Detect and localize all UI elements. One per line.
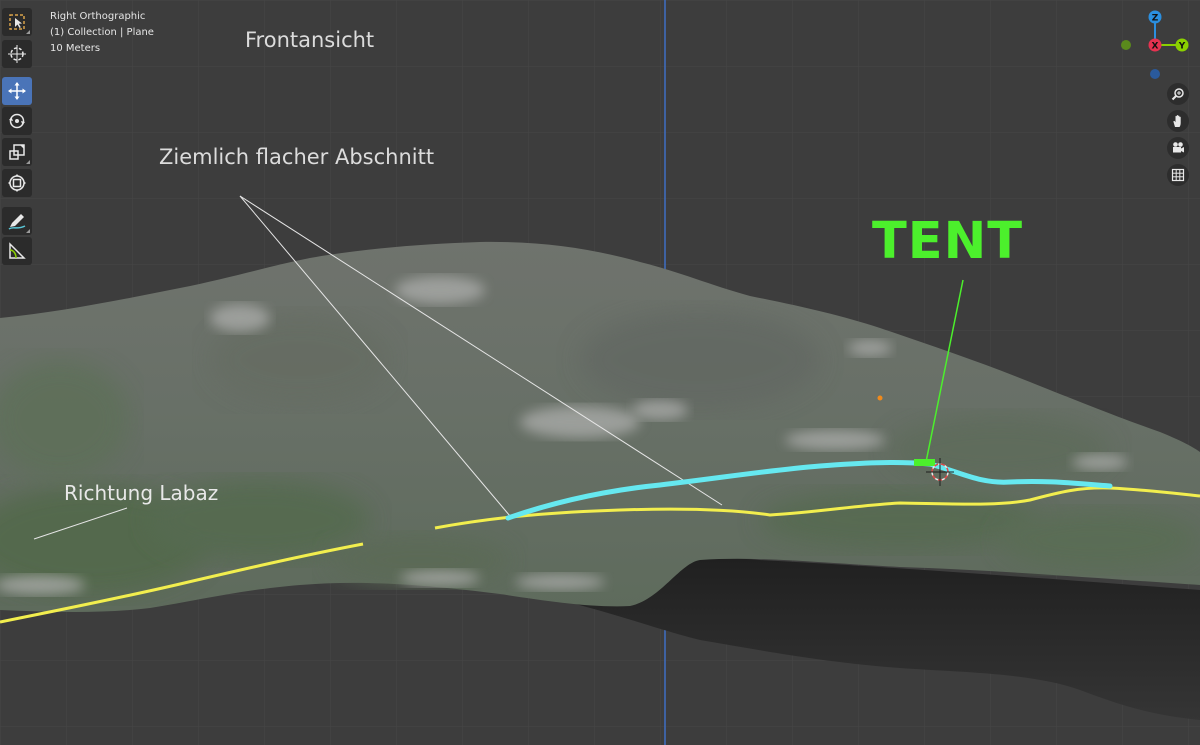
navigation-gizmo[interactable]: Z Y X [1110,5,1200,85]
pan-button[interactable] [1167,110,1189,132]
rotate-icon [9,113,25,129]
camera-icon [1173,142,1184,153]
3d-viewport[interactable]: Right Orthographic (1) Collection | Plan… [0,0,1200,745]
move-tool[interactable] [2,77,32,105]
projection-toggle-button[interactable] [1167,164,1189,186]
viewport-info: Right Orthographic (1) Collection | Plan… [50,9,154,57]
hand-pan-icon [1173,115,1181,127]
tent-label: TENT [872,212,1024,271]
scale-tool[interactable] [2,138,32,166]
direction-label: Richtung Labaz [64,481,219,505]
zoom-icon [1171,88,1184,101]
gizmo-neg-y [1121,40,1131,50]
terrain-scene[interactable] [0,0,1200,745]
view-name: Right Orthographic [50,11,146,22]
flat-section-label: Ziemlich flacher Abschnitt [159,145,435,169]
zoom-button[interactable] [1167,83,1189,105]
view-annotation: Frontansicht [245,28,375,52]
transform-icon [8,174,26,192]
annotate-icon [8,214,26,230]
annotate-tool[interactable] [2,207,32,235]
tent-marker [914,459,935,466]
cursor-icon [8,45,26,63]
scale-icon [9,144,25,160]
move-icon [8,82,26,100]
measure-tool[interactable] [2,237,32,265]
collection-name: (1) Collection | Plane [50,27,154,38]
gizmo-z-label: Z [1152,14,1159,24]
select-box-icon [9,14,25,30]
grid-scale: 10 Meters [50,43,101,54]
rotate-tool[interactable] [2,107,32,135]
gizmo-y-label: Y [1178,42,1186,52]
camera-view-button[interactable] [1167,137,1189,159]
select-box-tool[interactable] [2,8,32,36]
transform-tool[interactable] [2,169,32,197]
grid-icon [1171,168,1185,182]
gizmo-x-label: X [1152,42,1159,52]
measure-icon [9,242,26,259]
object-origin [877,395,883,401]
gizmo-neg-z [1150,69,1160,79]
cursor-tool[interactable] [2,40,32,68]
